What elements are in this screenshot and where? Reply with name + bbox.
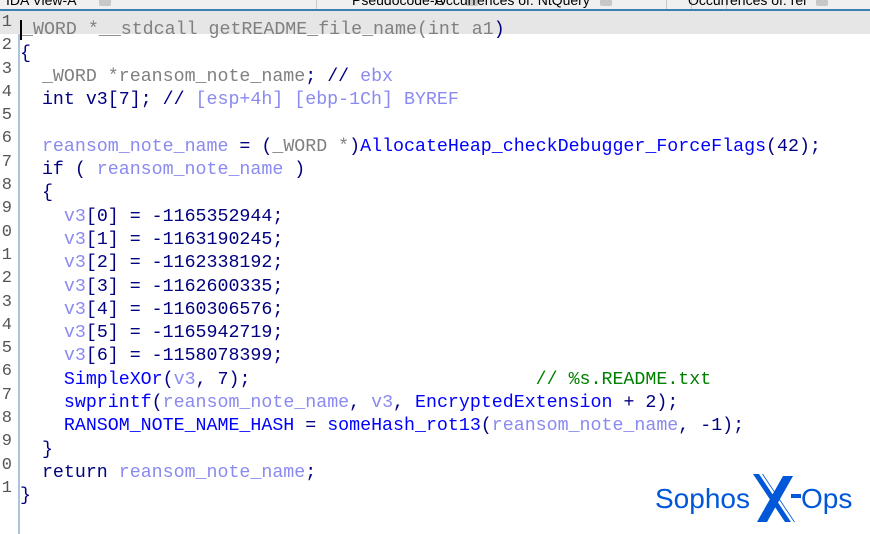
tab-occurrences-rei[interactable]: Occurrences of: rei <box>668 0 870 9</box>
code-line[interactable]: 5 <box>0 104 870 127</box>
code-line[interactable]: 7 swprintf(reansom_note_name, v3, Encryp… <box>0 384 870 413</box>
code-line[interactable]: 3 v3[4] = -1160306576; <box>0 291 870 320</box>
code-line[interactable]: 2 v3[3] = -1162600335; <box>0 267 870 296</box>
line-number: 8 <box>1 409 12 429</box>
code-line[interactable]: 6 SimpleXOr(v3, 7); // %s.README.txt <box>0 360 870 389</box>
line-number: 4 <box>1 315 12 335</box>
tab-bar: IDA View-A Pseudocode-A Occurrences of: … <box>0 0 870 11</box>
line-number: 2 <box>1 36 12 56</box>
line-number: 3 <box>1 59 12 79</box>
sophos-xops-logo: Sophos Ops <box>655 474 852 522</box>
line-number: 1 <box>1 478 12 498</box>
line-number: 5 <box>1 106 12 126</box>
code-line[interactable]: 9 } <box>0 430 870 459</box>
line-number: 9 <box>1 199 12 219</box>
code-token: } <box>20 486 31 507</box>
code-line[interactable]: 6 reansom_note_name = (_WORD *)AllocateH… <box>0 127 870 156</box>
tab-occurrences-ntquery-label[interactable]: Occurrences of: NtQuery <box>415 0 667 9</box>
code-line[interactable]: 8 { <box>0 174 870 203</box>
code-line[interactable]: 4 v3[5] = -1165942719; <box>0 314 870 343</box>
line-number: 9 <box>1 432 12 452</box>
code-line[interactable]: 8 RANSOM_NOTE_NAME_HASH = someHash_rot13… <box>0 407 870 436</box>
close-tab-icon[interactable] <box>816 0 829 7</box>
line-number: 7 <box>1 385 12 405</box>
line-number: 8 <box>1 176 12 196</box>
line-number: 0 <box>1 455 12 475</box>
pseudocode-view[interactable]: 1 _WORD *__stdcall getREADME_file_name(in… <box>0 11 870 506</box>
line-number: 4 <box>1 82 12 102</box>
code-line[interactable]: 9 v3[0] = -1165352944; <box>0 197 870 226</box>
svg-text:Sophos: Sophos <box>655 483 750 514</box>
line-number: 7 <box>1 152 12 172</box>
code-line[interactable]: 4 int v3[7]; // [esp+4h] [ebp-1Ch] BYREF <box>0 81 870 110</box>
line-number: 6 <box>1 129 12 149</box>
line-number: 0 <box>1 222 12 242</box>
close-tab-icon[interactable] <box>599 0 612 7</box>
tab-label: Occurrences of: rei <box>688 0 807 8</box>
line-number: 3 <box>1 292 12 312</box>
code-line[interactable]: 3 _WORD *reansom_note_name; // ebx <box>0 58 870 87</box>
tab-label: Occurrences of: NtQuery <box>435 0 590 8</box>
code-line[interactable]: 5 v3[6] = -1158078399; <box>0 337 870 366</box>
close-tab-icon[interactable] <box>98 0 111 7</box>
code-line[interactable]: 2{ <box>0 34 870 63</box>
line-number: 1 <box>1 245 12 265</box>
line-number: 2 <box>1 269 12 289</box>
line-number: 1 <box>1 13 12 32</box>
line-number: 5 <box>1 339 12 359</box>
svg-text:Ops: Ops <box>801 483 852 514</box>
code-line[interactable]: 1 v3[2] = -1162338192; <box>0 244 870 273</box>
code-line[interactable]: 1 _WORD *__stdcall getREADME_file_name(in… <box>0 11 870 41</box>
line-number: 6 <box>1 362 12 382</box>
code-line[interactable]: 7 if ( reansom_note_name ) <box>0 151 870 180</box>
tab-ida-view[interactable]: IDA View-A <box>0 0 317 9</box>
code-text: } <box>20 486 31 506</box>
tab-label: IDA View-A <box>6 0 77 8</box>
code-line[interactable]: 0 v3[1] = -1163190245; <box>0 221 870 250</box>
